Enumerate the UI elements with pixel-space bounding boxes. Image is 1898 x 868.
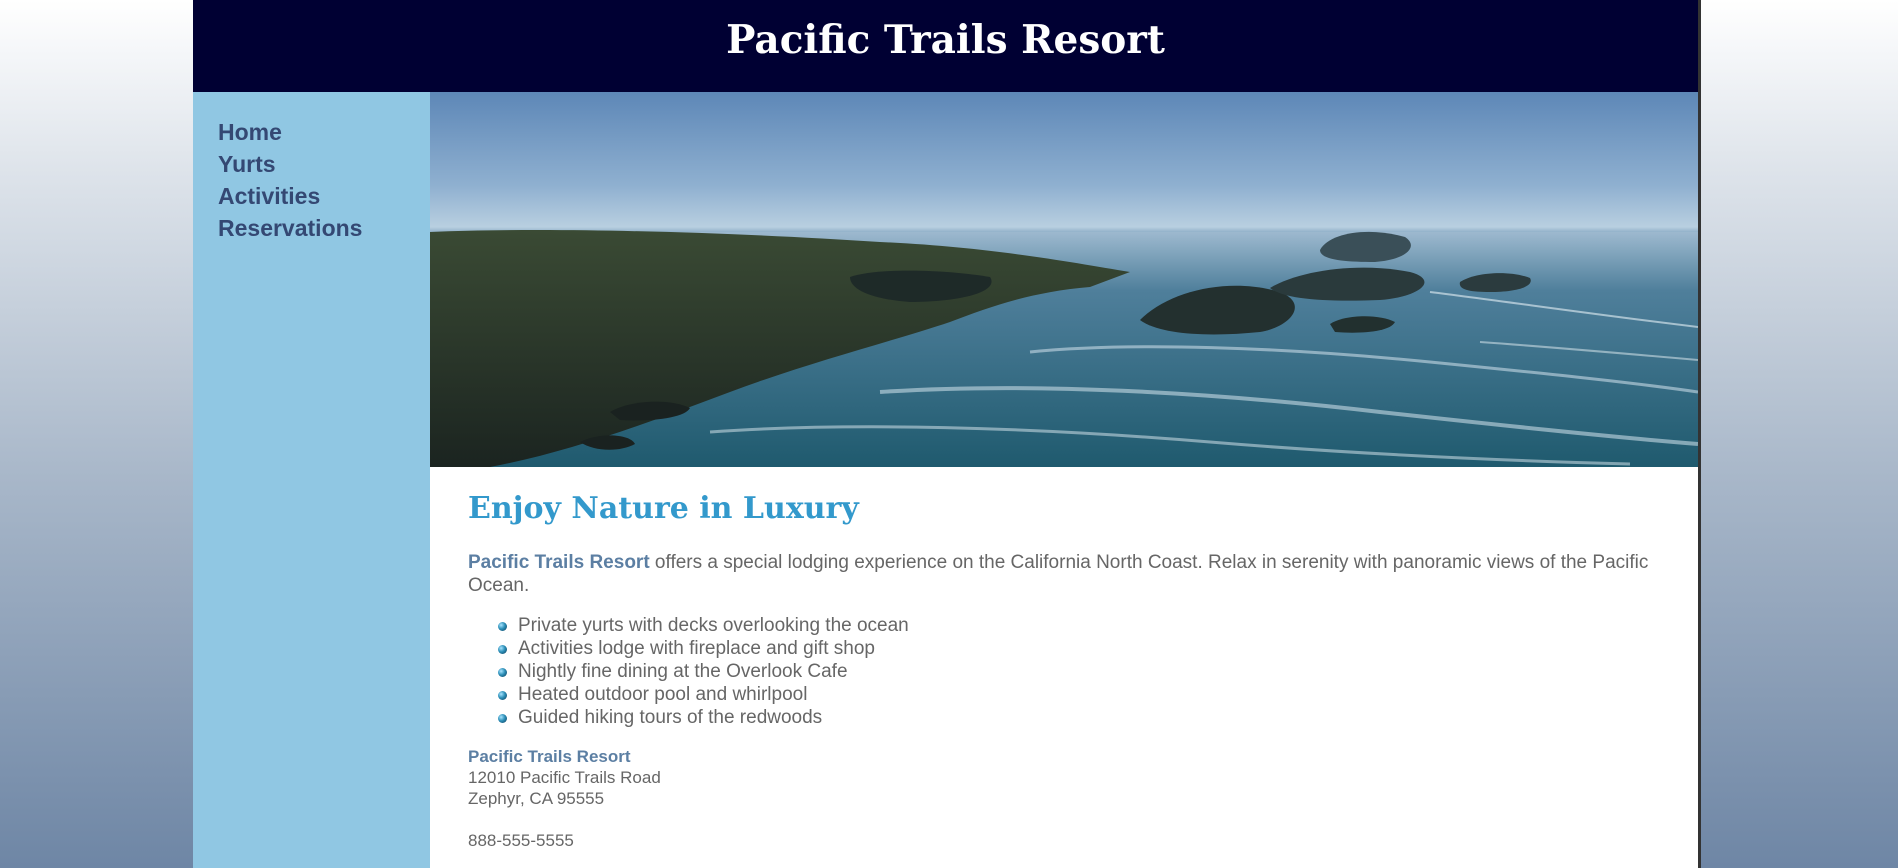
content-section: Enjoy Nature in Luxury Pacific Trails Re… [430, 467, 1698, 851]
coastline-illustration [430, 230, 1698, 467]
bullet-icon [498, 645, 507, 654]
main-content: Enjoy Nature in Luxury Pacific Trails Re… [430, 92, 1698, 868]
feature-text: Heated outdoor pool and whirlpool [518, 684, 808, 705]
nav-link-yurts[interactable]: Yurts [218, 151, 276, 177]
nav-list: Home Yurts Activities Reservations [193, 118, 430, 246]
bullet-icon [498, 668, 507, 677]
bullet-icon [498, 714, 507, 723]
site-title: Pacific Trails Resort [726, 17, 1165, 63]
list-item: Heated outdoor pool and whirlpool [498, 683, 1660, 706]
phone-number: 888-555-5555 [468, 831, 574, 850]
contact-address: Pacific Trails Resort 12010 Pacific Trai… [468, 746, 1660, 809]
intro-resort-name: Pacific Trails Resort [468, 552, 650, 573]
address-name: Pacific Trails Resort [468, 747, 631, 766]
nav-item-reservations: Reservations [218, 214, 430, 246]
hero-coastline-image [430, 92, 1698, 467]
address-street: 12010 Pacific Trails Road [468, 768, 661, 787]
address-city: Zephyr, CA 95555 [468, 789, 605, 808]
list-item: Private yurts with decks overlooking the… [498, 614, 1660, 637]
bullet-icon [498, 622, 507, 631]
list-item: Nightly fine dining at the Overlook Cafe [498, 660, 1660, 683]
features-list: Private yurts with decks overlooking the… [468, 614, 1660, 729]
site-header: Pacific Trails Resort [193, 0, 1698, 92]
intro-paragraph: Pacific Trails Resort offers a special l… [468, 551, 1660, 597]
main-nav: Home Yurts Activities Reservations [193, 92, 430, 246]
page-heading: Enjoy Nature in Luxury [468, 491, 859, 526]
feature-text: Nightly fine dining at the Overlook Cafe [518, 661, 848, 682]
nav-item-activities: Activities [218, 182, 430, 214]
feature-text: Private yurts with decks overlooking the… [518, 615, 909, 636]
nav-link-reservations[interactable]: Reservations [218, 215, 362, 241]
list-item: Guided hiking tours of the redwoods [498, 706, 1660, 729]
page-wrapper: Pacific Trails Resort Home Yurts Activit… [193, 0, 1698, 868]
feature-text: Guided hiking tours of the redwoods [518, 707, 823, 728]
nav-item-yurts: Yurts [218, 150, 430, 182]
bullet-icon [498, 691, 507, 700]
nav-link-home[interactable]: Home [218, 119, 282, 145]
feature-text: Activities lodge with fireplace and gift… [518, 638, 875, 659]
list-item: Activities lodge with fireplace and gift… [498, 637, 1660, 660]
nav-link-activities[interactable]: Activities [218, 183, 320, 209]
nav-item-home: Home [218, 118, 430, 150]
